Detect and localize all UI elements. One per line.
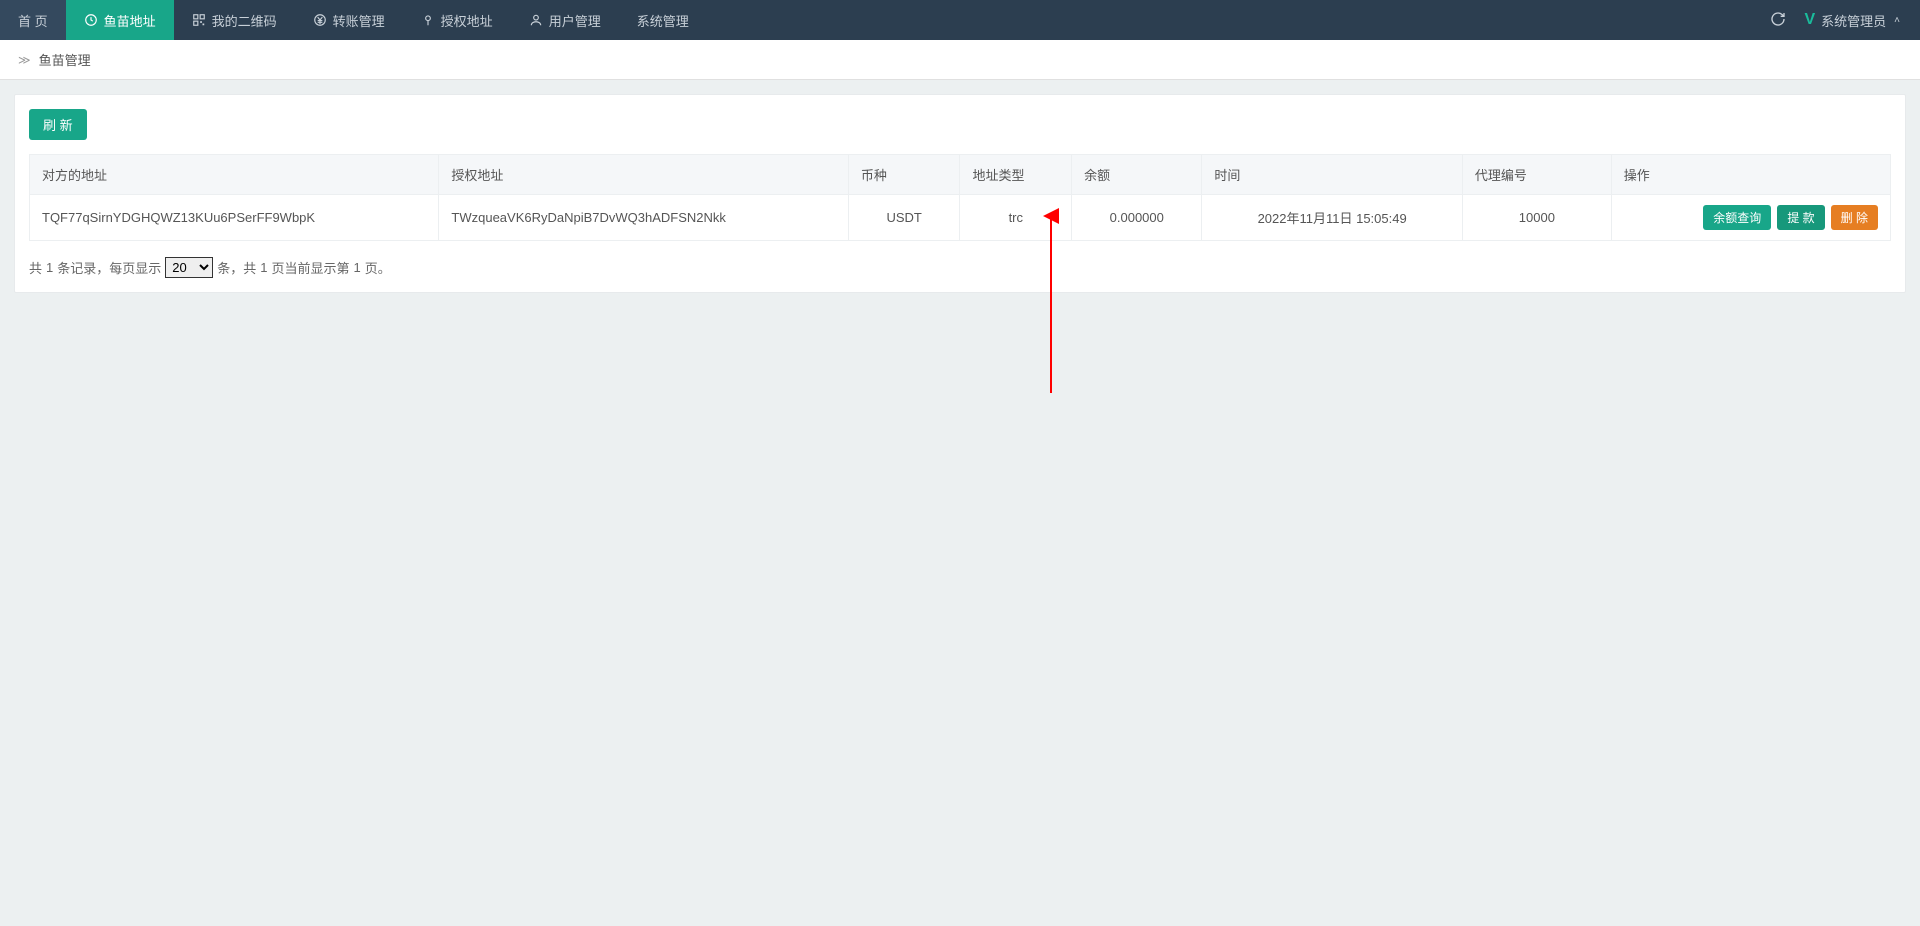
nav-item-auth-address[interactable]: 授权地址 <box>403 0 511 40</box>
nav-item-transfer[interactable]: 转账管理 <box>295 0 403 40</box>
nav-item-qrcode[interactable]: 我的二维码 <box>174 0 295 40</box>
per-page-select[interactable]: 102050100 <box>165 257 213 278</box>
th-coin: 币种 <box>848 155 960 195</box>
cell-counter-address: TQF77qSirnYDGHQWZ13KUu6PSerFF9WbpK <box>30 195 439 241</box>
yen-icon <box>313 13 327 27</box>
pager-total-records: 1 <box>46 260 53 275</box>
th-balance: 余额 <box>1072 155 1202 195</box>
th-counter-address: 对方的地址 <box>30 155 439 195</box>
th-agent-code: 代理编号 <box>1462 155 1611 195</box>
pagination: 共 1 条记录，每页显示 102050100 条，共 1 页当前显示第 1 页。 <box>29 257 1891 278</box>
balance-query-button[interactable]: 余额查询 <box>1703 205 1771 230</box>
nav-item-label: 我的二维码 <box>212 11 277 30</box>
pager-total-pages: 1 <box>260 260 267 275</box>
th-auth-address: 授权地址 <box>439 155 848 195</box>
pager-records-suffix: 条记录，每页显示 <box>57 258 161 277</box>
chevron-up-icon: ˄ <box>1894 15 1900 26</box>
pager-current-page: 1 <box>354 260 361 275</box>
pager-prefix: 共 <box>29 258 42 277</box>
nav-item-label: 用户管理 <box>549 11 601 30</box>
nav-item-system-mgmt[interactable]: 系统管理 <box>619 0 707 40</box>
cell-agent-code: 10000 <box>1462 195 1611 241</box>
v-logo-icon: V <box>1804 11 1815 29</box>
nav-item-label: 系统管理 <box>637 11 689 30</box>
refresh-button[interactable]: 刷 新 <box>29 109 87 140</box>
breadcrumb-title: 鱼苗管理 <box>39 50 91 69</box>
content-panel: 刷 新 对方的地址 授权地址 币种 地址类型 余额 时间 代理编号 操作 TQF… <box>14 94 1906 293</box>
th-time: 时间 <box>1202 155 1463 195</box>
cell-auth-address: TWzqueaVK6RyDaNpiB7DvWQ3hADFSN2Nkk <box>439 195 848 241</box>
location-icon <box>421 13 435 27</box>
main-wrap: 刷 新 对方的地址 授权地址 币种 地址类型 余额 时间 代理编号 操作 TQF… <box>0 80 1920 307</box>
user-menu[interactable]: V 系统管理员 ˄ <box>1804 11 1900 30</box>
table-row: TQF77qSirnYDGHQWZ13KUu6PSerFF9WbpK TWzqu… <box>30 195 1891 241</box>
qrcode-icon <box>192 13 206 27</box>
cell-coin: USDT <box>848 195 960 241</box>
nav-item-label: 鱼苗地址 <box>104 11 156 30</box>
table-header-row: 对方的地址 授权地址 币种 地址类型 余额 时间 代理编号 操作 <box>30 155 1891 195</box>
nav-left: 首 页 鱼苗地址 我的二维码 转账管理 授权地址 <box>0 0 707 40</box>
nav-item-user-mgmt[interactable]: 用户管理 <box>511 0 619 40</box>
pager-per-page-suffix: 条，共 <box>217 258 256 277</box>
user-name: 系统管理员 <box>1821 11 1886 30</box>
refresh-icon[interactable] <box>1770 11 1786 30</box>
nav-right: V 系统管理员 ˄ <box>1770 0 1920 40</box>
pager-page-word: 页当前显示第 <box>272 258 350 277</box>
nav-item-fish-address[interactable]: 鱼苗地址 <box>66 0 174 40</box>
top-nav: 首 页 鱼苗地址 我的二维码 转账管理 授权地址 <box>0 0 1920 40</box>
cell-balance: 0.000000 <box>1072 195 1202 241</box>
withdraw-button[interactable]: 提 款 <box>1777 205 1824 230</box>
user-icon <box>529 13 543 27</box>
cell-actions: 余额查询 提 款 删 除 <box>1611 195 1890 241</box>
nav-item-home[interactable]: 首 页 <box>0 0 66 40</box>
pager-tail: 页。 <box>365 258 391 277</box>
breadcrumb: ≫ 鱼苗管理 <box>0 40 1920 80</box>
chevron-double-right-icon: ≫ <box>18 53 31 67</box>
th-actions: 操作 <box>1611 155 1890 195</box>
nav-item-label: 转账管理 <box>333 11 385 30</box>
cell-addr-type: trc <box>960 195 1072 241</box>
nav-item-label: 授权地址 <box>441 11 493 30</box>
cell-time: 2022年11月11日 15:05:49 <box>1202 195 1463 241</box>
data-table: 对方的地址 授权地址 币种 地址类型 余额 时间 代理编号 操作 TQF77qS… <box>29 154 1891 241</box>
nav-item-label: 首 页 <box>18 11 48 30</box>
delete-button[interactable]: 删 除 <box>1831 205 1878 230</box>
th-addr-type: 地址类型 <box>960 155 1072 195</box>
clock-icon <box>84 13 98 27</box>
